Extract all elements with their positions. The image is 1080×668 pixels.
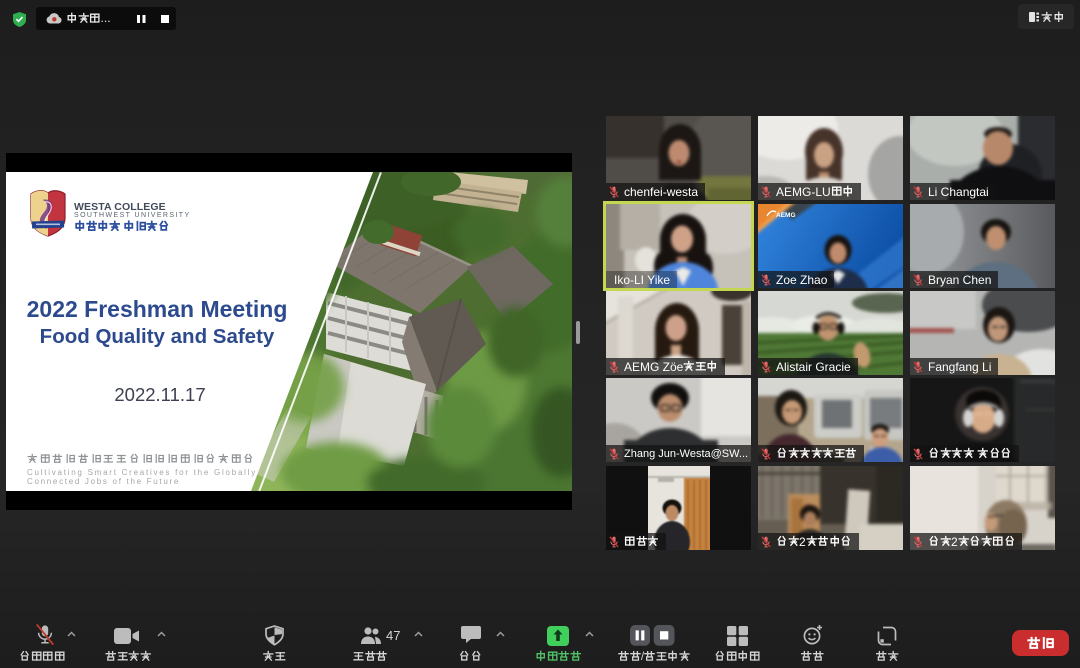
svg-text:AEMG: AEMG bbox=[776, 212, 796, 219]
